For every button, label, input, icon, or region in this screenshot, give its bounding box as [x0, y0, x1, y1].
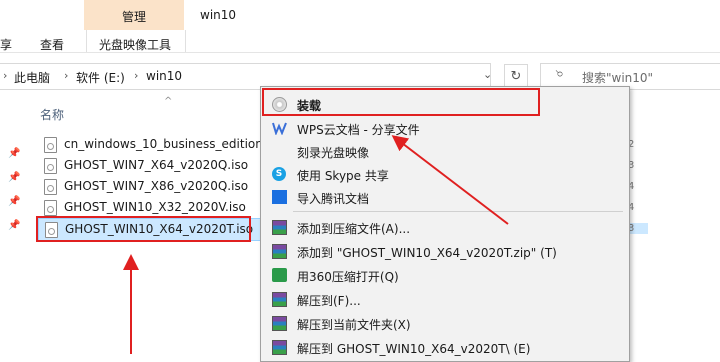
file-row[interactable]: GHOST_WIN10_X32_2020V.iso: [38, 197, 260, 218]
date-column-fragment: 3: [628, 160, 635, 171]
search-placeholder: 搜索"win10": [582, 71, 654, 85]
menu-item-add-to-archive[interactable]: 添加到压缩文件(A)...: [261, 216, 629, 238]
context-menu: 装载 WPS云文档 - 分享文件 刻录光盘映像 S 使用 Skype 共享 导入…: [260, 86, 630, 362]
date-column-fragment: 4: [628, 181, 635, 192]
menu-item-label: 解压到(F)...: [297, 294, 361, 308]
pin-icon: 📌: [8, 172, 21, 183]
breadcrumb-separator: ›: [64, 69, 69, 82]
wps-cloud-icon: [272, 121, 287, 136]
menu-item-extract-to-folder[interactable]: 解压到 GHOST_WIN10_X64_v2020T\ (E): [261, 336, 629, 358]
menu-item-label: 解压到 GHOST_WIN10_X64_v2020T\ (E): [297, 342, 531, 356]
menu-item-label: 导入腾讯文档: [297, 192, 370, 206]
menu-item-extract-here[interactable]: 解压到当前文件夹(X): [261, 312, 629, 334]
menu-item-label: WPS云文档 - 分享文件: [297, 123, 420, 137]
tencent-docs-icon: [272, 190, 287, 204]
tab-share[interactable]: 享: [0, 36, 12, 53]
date-column-fragment: 2: [628, 139, 635, 150]
iso-file-icon: [44, 158, 57, 174]
skype-icon: S: [272, 167, 286, 181]
winrar-icon: [272, 244, 287, 259]
file-name: GHOST_WIN10_X32_2020V.iso: [64, 200, 246, 214]
iso-file-icon: [44, 179, 57, 195]
iso-file-icon: [44, 200, 57, 216]
pin-icon: 📌: [8, 220, 21, 231]
menu-item-tencent-docs[interactable]: 导入腾讯文档: [261, 186, 629, 208]
sort-ascending-icon: ^: [164, 96, 173, 107]
menu-item-label: 使用 Skype 共享: [297, 169, 389, 183]
menu-item-burn-disc[interactable]: 刻录光盘映像: [261, 140, 629, 162]
annotation-box-selected-file: [36, 216, 251, 242]
annotation-box-mount: [262, 88, 540, 116]
breadcrumb-this-pc[interactable]: 此电脑: [14, 69, 50, 86]
tab-disc-image-tools-label: 光盘映像工具: [98, 38, 171, 52]
file-row[interactable]: GHOST_WIN7_X86_v2020Q.iso: [38, 176, 260, 197]
date-column-fragment: 4: [628, 202, 635, 213]
file-icon: [44, 137, 57, 153]
column-header-name[interactable]: 名称: [40, 106, 64, 123]
window-title: win10: [200, 8, 237, 22]
menu-item-skype-share[interactable]: S 使用 Skype 共享: [261, 163, 629, 185]
address-dropdown-icon[interactable]: ⌄: [483, 68, 492, 81]
menu-item-label: 用360压缩打开(Q): [297, 270, 399, 284]
breadcrumb-separator: ›: [134, 69, 139, 82]
breadcrumb-separator: ›: [3, 69, 8, 82]
tab-manage-label: 管理: [121, 10, 146, 24]
menu-item-label: 解压到当前文件夹(X): [297, 318, 411, 332]
menu-separator: [293, 211, 623, 212]
file-row[interactable]: cn_windows_10_business_editions: [38, 134, 260, 155]
pin-icon: 📌: [8, 148, 21, 159]
menu-item-wps-share[interactable]: WPS云文档 - 分享文件: [261, 117, 629, 139]
file-name: GHOST_WIN7_X64_v2020Q.iso: [64, 158, 249, 172]
pin-icon: 📌: [8, 196, 21, 207]
menu-item-label: 添加到 "GHOST_WIN10_X64_v2020T.zip" (T): [297, 246, 557, 260]
file-name: cn_windows_10_business_editions: [64, 137, 260, 151]
menu-item-label: 刻录光盘映像: [297, 146, 370, 160]
file-row[interactable]: GHOST_WIN7_X64_v2020Q.iso: [38, 155, 260, 176]
breadcrumb-drive-e[interactable]: 软件 (E:): [76, 69, 125, 86]
winrar-icon: [272, 220, 287, 235]
breadcrumb-win10[interactable]: win10: [146, 69, 182, 83]
menu-item-open-with-360[interactable]: 用360压缩打开(Q): [261, 264, 629, 286]
date-column-fragment: 3: [628, 223, 648, 234]
file-name: GHOST_WIN7_X86_v2020Q.iso: [64, 179, 249, 193]
menu-item-label: 添加到压缩文件(A)...: [297, 222, 411, 236]
winrar-icon: [272, 316, 287, 331]
menu-item-extract-to[interactable]: 解压到(F)...: [261, 288, 629, 310]
winrar-icon: [272, 340, 287, 355]
menu-item-add-to-zip[interactable]: 添加到 "GHOST_WIN10_X64_v2020T.zip" (T): [261, 240, 629, 262]
winrar-icon: [272, 292, 287, 307]
360-zip-icon: [272, 268, 287, 282]
search-icon: ⌕: [551, 70, 568, 78]
tab-view[interactable]: 查看: [40, 36, 64, 53]
